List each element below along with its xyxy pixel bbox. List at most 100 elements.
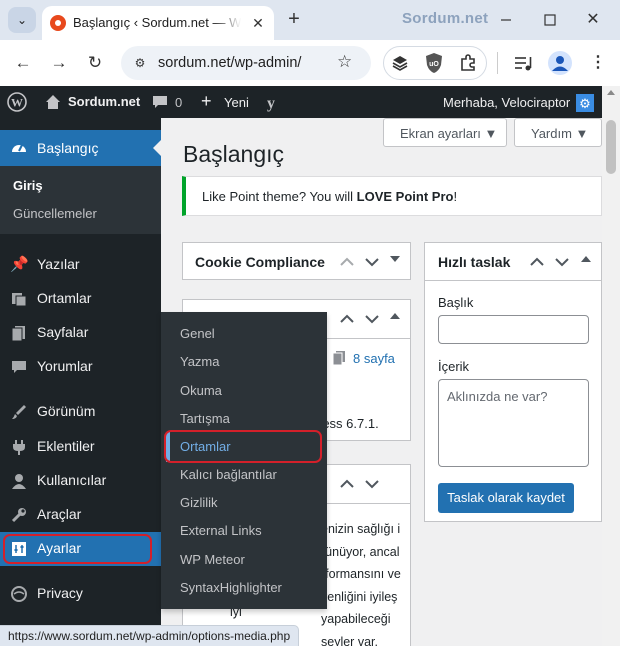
user-avatar[interactable]: ⚙ [576, 94, 594, 112]
scrollbar-thumb[interactable] [606, 120, 616, 174]
health-line: rünüyor, ancal [321, 544, 400, 559]
move-down-icon[interactable] [363, 310, 381, 328]
flyout-wp-meteor[interactable]: WP Meteor [180, 552, 245, 567]
menu-item-plugins[interactable]: Eklentiler [0, 430, 161, 464]
comments-count[interactable]: 0 [175, 95, 182, 110]
menu-item-appearance[interactable]: Görünüm [0, 395, 161, 429]
media-control-icon[interactable] [512, 52, 534, 74]
help-button[interactable]: Yardım ▼ [514, 118, 602, 147]
flyout-general[interactable]: Genel [180, 326, 215, 341]
svg-text:⚙: ⚙ [579, 97, 591, 112]
menu-item-posts[interactable]: 📌 Yazılar [0, 248, 161, 282]
ublock-icon[interactable]: uO [424, 52, 444, 74]
maximize-button[interactable] [540, 10, 560, 30]
page-scrollbar[interactable] [602, 86, 620, 646]
flyout-reading[interactable]: Okuma [180, 383, 222, 398]
save-draft-button[interactable]: Taslak olarak kaydet [438, 483, 574, 513]
scroll-up-arrow-icon[interactable] [607, 90, 615, 95]
move-up-icon[interactable] [338, 253, 356, 271]
submenu-home[interactable]: Giriş [13, 178, 43, 193]
tab-close-icon[interactable]: ✕ [248, 13, 268, 33]
notice-plain: Like Point theme? You will [202, 189, 357, 204]
menu-media-label: Ortamlar [37, 290, 92, 306]
draft-content-textarea[interactable]: Aklınızda ne var? [438, 379, 589, 467]
health-line: venliğini iyileş [321, 589, 398, 604]
menu-plugins-label: Eklentiler [37, 438, 95, 454]
site-info-icon[interactable]: ⚙ [131, 54, 149, 72]
menu-item-comments[interactable]: Yorumlar [0, 350, 161, 384]
yoast-icon[interactable]: y [262, 92, 280, 112]
watermark: Sordum.net [402, 10, 489, 27]
url-text[interactable]: sordum.net/wp-admin/ [158, 55, 301, 71]
menu-item-dashboard[interactable]: Başlangıç [0, 130, 161, 166]
screen-options-button[interactable]: Ekran ayarları ▼ [383, 118, 507, 147]
greeting-text[interactable]: Merhaba, Velociraptor [443, 95, 570, 110]
pin-icon: 📌 [10, 256, 29, 273]
move-down-icon[interactable] [363, 253, 381, 271]
cookie-compliance-box: Cookie Compliance [182, 242, 411, 280]
move-up-icon[interactable] [338, 475, 356, 493]
collapse-toggle-icon[interactable] [390, 256, 400, 262]
wordpress-logo-icon[interactable]: W [7, 92, 27, 112]
flyout-external-links[interactable]: External Links [180, 523, 262, 538]
site-health-text: enizin sağlığı i rünüyor, ancal rformans… [321, 518, 401, 646]
divider [425, 280, 601, 281]
toolbar-divider [497, 52, 498, 74]
bookmark-star-icon[interactable]: ☆ [337, 52, 352, 72]
pages-count-link[interactable]: 8 sayfa [353, 351, 395, 366]
comment-bubble-icon[interactable] [152, 94, 168, 110]
menu-item-media[interactable]: Ortamlar [0, 282, 161, 316]
site-name-link[interactable]: Sordum.net [68, 94, 140, 109]
page-title: Başlangıç [183, 141, 285, 167]
kebab-menu-icon[interactable]: ⋮ [590, 52, 606, 74]
extensions-puzzle-icon[interactable] [458, 53, 478, 73]
address-bar[interactable]: ⚙ sordum.net/wp-admin/ ☆ [121, 46, 371, 80]
forward-button[interactable]: → [46, 50, 72, 76]
submenu-updates[interactable]: Güncellemeler [13, 206, 97, 221]
new-tab-button[interactable]: + [283, 8, 305, 30]
tab-title: Başlangıç ‹ Sordum.net — WordPress [73, 15, 241, 30]
move-up-icon[interactable] [528, 253, 546, 271]
menu-item-users[interactable]: Kullanıcılar [0, 464, 161, 498]
chevron-down-icon: ⌄ [16, 13, 28, 27]
minimize-button[interactable] [496, 10, 516, 30]
collapse-toggle-icon[interactable] [390, 313, 400, 319]
menu-users-label: Kullanıcılar [37, 472, 107, 488]
profile-avatar[interactable] [548, 51, 572, 75]
browser-tab[interactable]: Başlangıç ‹ Sordum.net — WordPress ✕ [42, 6, 274, 40]
pages-icon [332, 351, 346, 366]
plugins-icon [10, 438, 28, 456]
reload-button[interactable]: ↻ [82, 50, 108, 76]
svg-text:W: W [11, 96, 23, 110]
move-down-icon[interactable] [553, 253, 571, 271]
flyout-privacy[interactable]: Gizlilik [180, 495, 218, 510]
svg-text:y: y [267, 95, 275, 112]
health-line: şeyler var. [321, 634, 378, 646]
health-line: yapabileceği [321, 612, 391, 626]
back-button[interactable]: ← [10, 50, 36, 76]
menu-item-pages[interactable]: Sayfalar [0, 316, 161, 350]
flyout-writing[interactable]: Yazma [180, 354, 220, 369]
flyout-discussion[interactable]: Tartışma [180, 411, 230, 426]
media-icon [10, 290, 28, 308]
flyout-syntaxhighlighter[interactable]: SyntaxHighlighter [180, 580, 282, 595]
menu-item-tools[interactable]: Araçlar [0, 498, 161, 532]
media-highlight [164, 430, 322, 463]
appearance-icon [10, 403, 28, 421]
window-close-button[interactable]: ✕ [583, 10, 603, 30]
browser-tab-strip: ⌄ Başlangıç ‹ Sordum.net — WordPress ✕ +… [0, 0, 620, 40]
tab-search-button[interactable]: ⌄ [8, 7, 36, 33]
new-content-link[interactable]: Yeni [224, 95, 249, 110]
move-up-icon[interactable] [338, 310, 356, 328]
menu-privacy-label: Privacy [37, 585, 83, 601]
wp-version-text: ress 6.7.1. [318, 416, 379, 431]
flyout-permalinks[interactable]: Kalıcı bağlantılar [180, 467, 277, 482]
collapse-toggle-icon[interactable] [581, 256, 591, 262]
menu-item-privacy[interactable]: Privacy [0, 577, 161, 611]
settings-highlight [3, 534, 152, 564]
layers-extension-icon[interactable] [390, 53, 410, 73]
draft-title-input[interactable] [438, 315, 589, 344]
move-down-icon[interactable] [363, 475, 381, 493]
cookie-compliance-title: Cookie Compliance [195, 254, 325, 270]
link-status-bar: https://www.sordum.net/wp-admin/options-… [0, 625, 300, 646]
